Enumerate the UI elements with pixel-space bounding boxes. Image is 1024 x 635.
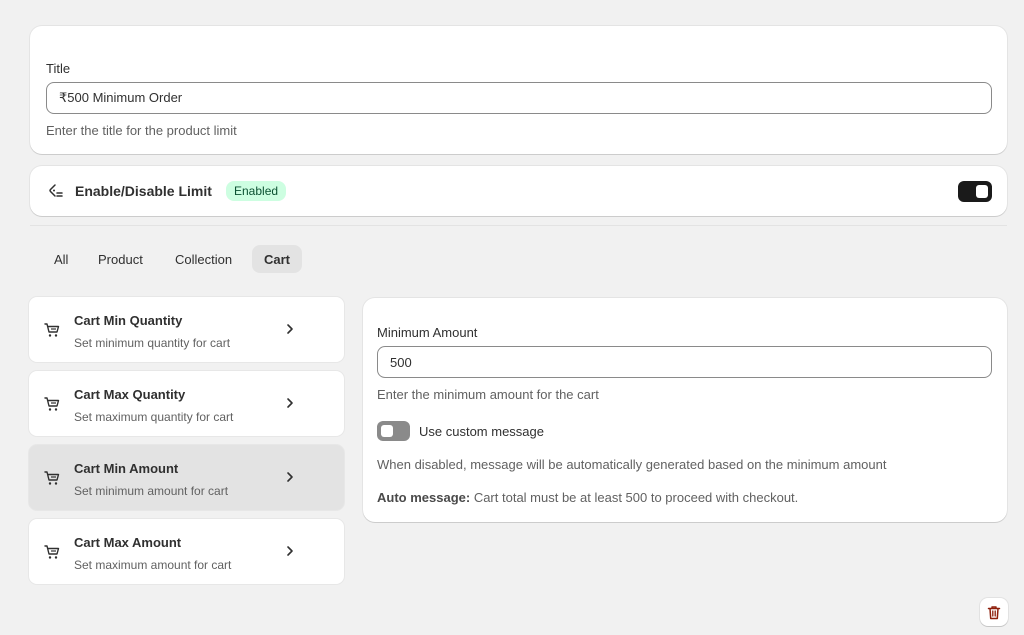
- minimum-amount-label: Minimum Amount: [377, 325, 478, 340]
- limit-item-title: Cart Min Amount: [74, 461, 179, 476]
- title-help: Enter the title for the product limit: [46, 123, 237, 138]
- minimum-amount-value: 500: [390, 354, 412, 370]
- detail-card: Minimum Amount 500 Enter the minimum amo…: [363, 298, 1007, 522]
- limit-item-subtitle: Set maximum amount for cart: [74, 558, 232, 572]
- cart-icon: [44, 323, 60, 337]
- tab-product[interactable]: Product: [86, 245, 155, 273]
- toggle-knob: [381, 425, 393, 437]
- title-label: Title: [46, 61, 71, 76]
- trash-icon: [987, 605, 1001, 619]
- chevron-right-icon: [287, 472, 293, 482]
- limit-item-cart-max-quantity[interactable]: Cart Max Quantity Set maximum quantity f…: [29, 371, 344, 436]
- tab-collection[interactable]: Collection: [163, 245, 244, 273]
- title-input-value: ₹500 Minimum Order: [59, 90, 183, 105]
- limit-item-title: Cart Max Quantity: [74, 387, 186, 402]
- divider: [30, 225, 1007, 226]
- auto-message-label: Auto message:: [377, 490, 471, 505]
- chevron-right-icon: [287, 398, 293, 408]
- delete-button[interactable]: [980, 598, 1008, 626]
- toggle-knob: [976, 185, 988, 198]
- enable-title: Enable/Disable Limit: [75, 183, 212, 199]
- title-input[interactable]: ₹500 Minimum Order: [46, 82, 992, 114]
- auto-message-text: Cart total must be at least 500 to proce…: [470, 490, 799, 505]
- custom-message-toggle[interactable]: [377, 421, 410, 441]
- status-badge: Enabled: [226, 181, 287, 201]
- limit-item-cart-min-quantity[interactable]: Cart Min Quantity Set minimum quantity f…: [29, 297, 344, 362]
- minimum-amount-help: Enter the minimum amount for the cart: [377, 387, 599, 402]
- tab-cart[interactable]: Cart: [252, 245, 303, 273]
- custom-message-label: Use custom message: [419, 424, 544, 439]
- tag-list-icon: [49, 184, 63, 197]
- chevron-right-icon: [287, 546, 293, 556]
- title-card: Title ₹500 Minimum Order Enter the title…: [30, 26, 1007, 154]
- limit-item-cart-max-amount[interactable]: Cart Max Amount Set maximum amount for c…: [29, 519, 344, 584]
- cart-icon: [44, 545, 60, 559]
- minimum-amount-input[interactable]: 500: [377, 346, 992, 378]
- enable-toggle[interactable]: [958, 181, 992, 202]
- limit-item-subtitle: Set minimum amount for cart: [74, 484, 229, 498]
- auto-message: Auto message: Cart total must be at leas…: [377, 490, 798, 505]
- chevron-right-icon: [287, 324, 293, 334]
- limit-item-subtitle: Set maximum quantity for cart: [74, 410, 234, 424]
- limit-item-subtitle: Set minimum quantity for cart: [74, 336, 231, 350]
- tab-all[interactable]: All: [42, 245, 80, 273]
- enable-card: Enable/Disable Limit Enabled: [30, 166, 1007, 216]
- cart-icon: [44, 397, 60, 411]
- limit-item-cart-min-amount[interactable]: Cart Min Amount Set minimum amount for c…: [29, 445, 344, 510]
- limit-item-title: Cart Min Quantity: [74, 313, 183, 328]
- limit-item-title: Cart Max Amount: [74, 535, 182, 550]
- cart-icon: [44, 471, 60, 485]
- disabled-note: When disabled, message will be automatic…: [377, 457, 887, 472]
